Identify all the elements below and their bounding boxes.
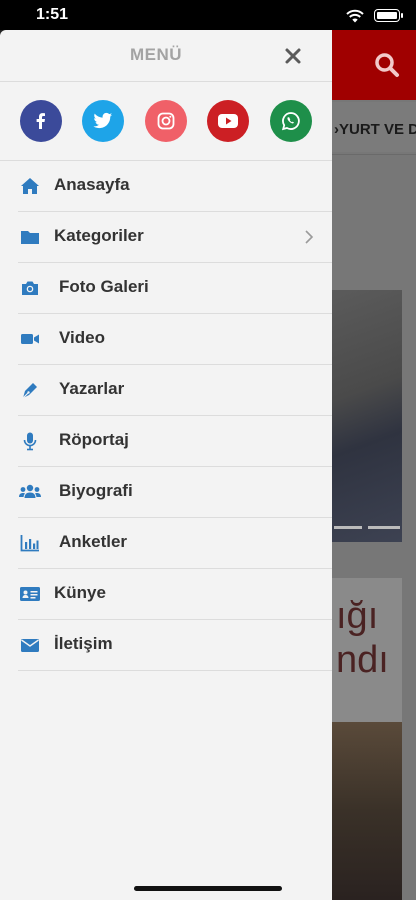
microphone-icon xyxy=(23,432,37,451)
background-photo-2 xyxy=(332,722,402,900)
menu-item-anketler[interactable]: Anketler xyxy=(18,518,332,569)
whatsapp-button[interactable] xyxy=(270,100,312,142)
background-card-text: ığı ndı xyxy=(336,595,389,681)
menu-item-video[interactable]: Video xyxy=(18,314,332,365)
menu-item-label: İletişim xyxy=(54,634,113,653)
pen-icon xyxy=(22,383,37,399)
menu-item-label: Biyografi xyxy=(59,481,133,500)
menu-item-label: Anketler xyxy=(59,532,128,551)
menu-item-roportaj[interactable]: Röportaj xyxy=(18,416,332,467)
menu-list: Anasayfa Kategoriler Foto Galeri Video Y… xyxy=(0,161,332,671)
menu-item-label: Video xyxy=(59,328,105,347)
battery-icon xyxy=(374,9,403,22)
menu-item-label: Kategoriler xyxy=(54,226,144,245)
menu-item-label: Röportaj xyxy=(59,430,129,449)
menu-title: MENÜ xyxy=(129,45,183,64)
menu-item-yazarlar[interactable]: Yazarlar xyxy=(18,365,332,416)
chevron-right-icon xyxy=(305,230,314,244)
status-time: 1:51 xyxy=(36,6,69,23)
facebook-button[interactable] xyxy=(20,100,62,142)
menu-item-label: Yazarlar xyxy=(59,379,125,398)
menu-item-label: Künye xyxy=(54,583,106,602)
background-app: ›YURT VE D ığı ndı xyxy=(332,30,416,900)
menu-item-biyografi[interactable]: Biyografi xyxy=(18,467,332,518)
social-links xyxy=(0,82,332,161)
video-icon xyxy=(21,334,39,344)
slider-dots xyxy=(334,526,400,529)
id-card-icon xyxy=(20,587,40,601)
side-menu: MENÜ Anasayfa Kategoriler Foto Galeri Vi… xyxy=(0,30,332,900)
menu-item-kategoriler[interactable]: Kategoriler xyxy=(18,212,332,263)
close-icon[interactable] xyxy=(281,44,305,68)
youtube-button[interactable] xyxy=(207,100,249,142)
menu-item-foto-galeri[interactable]: Foto Galeri xyxy=(18,263,332,314)
background-header xyxy=(332,30,416,100)
folder-icon xyxy=(21,231,39,244)
twitter-button[interactable] xyxy=(82,100,124,142)
menu-item-anasayfa[interactable]: Anasayfa xyxy=(18,161,332,212)
users-icon xyxy=(19,484,41,498)
whatsapp-icon xyxy=(281,112,300,131)
envelope-icon xyxy=(21,639,39,652)
status-bar: 1:51 xyxy=(0,0,416,30)
twitter-icon xyxy=(93,112,113,129)
youtube-icon xyxy=(218,114,238,128)
background-photo xyxy=(332,290,402,542)
background-nav-text: ›YURT VE D xyxy=(334,121,416,138)
wifi-icon xyxy=(346,9,364,23)
home-icon xyxy=(21,178,39,194)
menu-item-label: Anasayfa xyxy=(54,175,130,194)
menu-item-iletisim[interactable]: İletişim xyxy=(18,620,332,671)
menu-item-label: Foto Galeri xyxy=(59,277,149,296)
chart-icon xyxy=(20,535,39,552)
home-indicator xyxy=(134,886,282,891)
instagram-icon xyxy=(157,112,175,130)
search-icon[interactable] xyxy=(374,52,400,78)
menu-item-kunye[interactable]: Künye xyxy=(18,569,332,620)
menu-header: MENÜ xyxy=(0,30,332,82)
camera-icon xyxy=(22,281,38,295)
instagram-button[interactable] xyxy=(145,100,187,142)
facebook-icon xyxy=(36,113,45,129)
divider xyxy=(332,154,416,155)
